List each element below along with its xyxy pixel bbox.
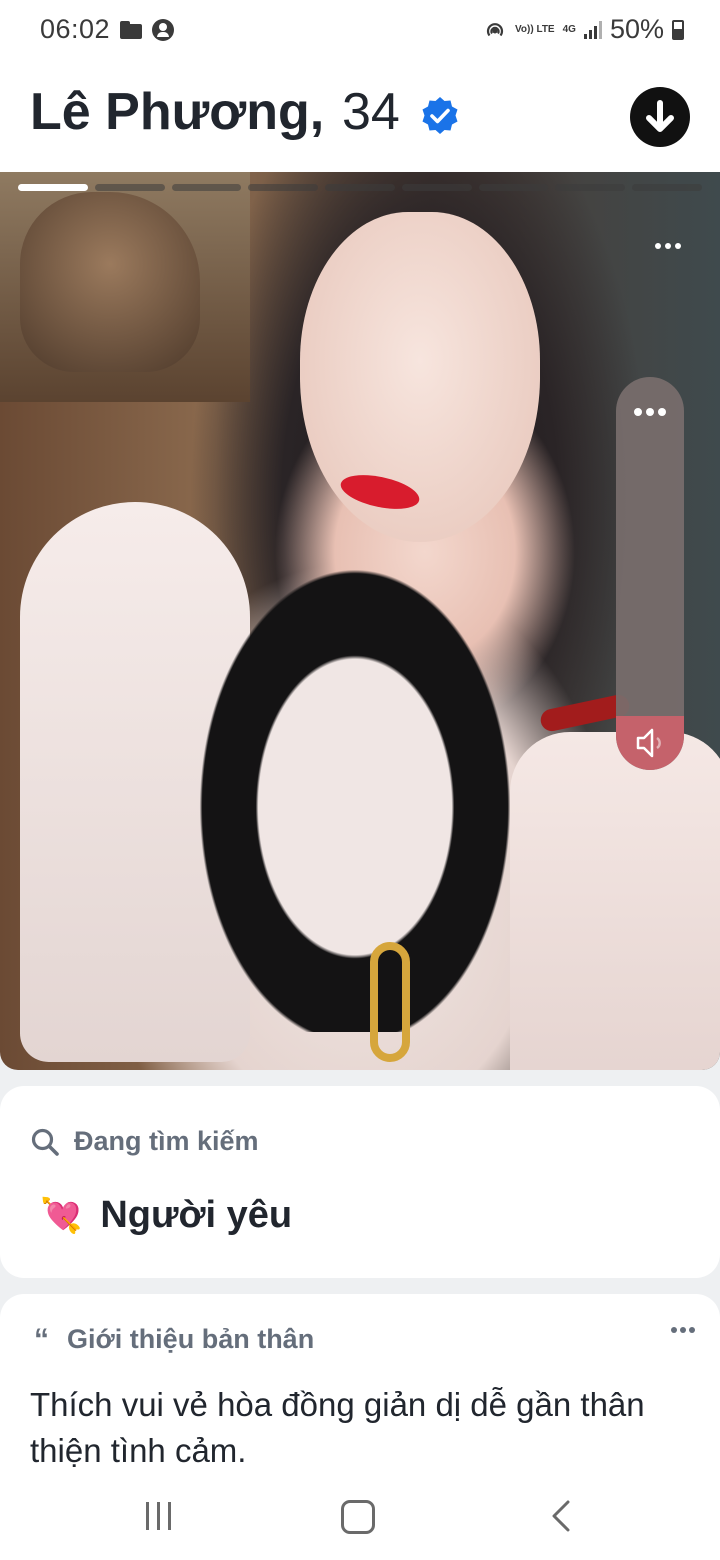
- home-button[interactable]: [341, 1500, 375, 1534]
- status-right: Vo)) LTE 4G 50%: [483, 14, 684, 45]
- speaker-muted-icon: [636, 728, 661, 758]
- profile-photo[interactable]: [0, 172, 720, 1070]
- arrow-down-icon: [646, 100, 674, 132]
- about-me-text: Thích vui vẻ hòa đồng giản dị dễ gần thâ…: [30, 1386, 645, 1469]
- looking-for-value: Người yêu: [100, 1194, 293, 1236]
- battery-icon: [672, 19, 684, 40]
- side-action-panel: [616, 377, 684, 770]
- more-dots-icon: [671, 1327, 695, 1333]
- looking-for-title: Đang tìm kiếm: [74, 1126, 259, 1156]
- account-icon: [152, 18, 175, 41]
- recent-apps-button[interactable]: [140, 1498, 176, 1534]
- about-me-title: Giới thiệu bản thân: [67, 1324, 315, 1354]
- photo-progress-segment[interactable]: [478, 184, 549, 191]
- status-bar: 06:02 Vo)) LTE 4G 50%: [0, 0, 720, 60]
- back-button[interactable]: [546, 1498, 576, 1534]
- about-more-options-button[interactable]: [668, 1320, 698, 1340]
- status-left: 06:02: [40, 14, 175, 45]
- heart-arrow-icon: 💘: [40, 1196, 83, 1235]
- photo-progress-segment[interactable]: [401, 184, 472, 191]
- photo-bangle: [370, 942, 410, 1062]
- search-icon: [31, 1128, 59, 1156]
- network-type-label: 4G: [562, 23, 576, 35]
- photo-person-face: [300, 212, 540, 542]
- profile-name: Lê Phương,: [30, 83, 325, 141]
- photo-person-top: [175, 532, 535, 1032]
- more-dots-icon: [655, 243, 681, 249]
- chevron-left-icon: [552, 1500, 570, 1532]
- folder-icon: [120, 20, 143, 39]
- more-dots-icon: [634, 408, 666, 416]
- photo-progress-segment[interactable]: [94, 184, 165, 191]
- system-nav-bar: [0, 1474, 720, 1560]
- collapse-profile-button[interactable]: [630, 87, 690, 147]
- recents-icon-bar: [167, 1502, 171, 1530]
- signal-icon: [583, 20, 602, 39]
- about-me-header: “ Giới thiệu bản thân: [34, 1324, 314, 1355]
- photo-progress-segment[interactable]: [325, 184, 395, 191]
- recents-icon-bar: [156, 1502, 160, 1530]
- quote-icon: “: [34, 1322, 49, 1356]
- status-time: 06:02: [40, 14, 111, 44]
- photo-progress-segment[interactable]: [632, 184, 703, 191]
- side-panel-more-button[interactable]: [616, 397, 684, 427]
- photo-progress-segment[interactable]: [555, 184, 626, 191]
- photo-person-arm: [510, 732, 720, 1070]
- profile-age: 34: [342, 83, 400, 141]
- looking-for-header: Đang tìm kiếm: [30, 1126, 259, 1157]
- mute-button[interactable]: [616, 716, 684, 770]
- photo-progress-segment[interactable]: [248, 184, 319, 191]
- profile-header: Lê Phương, 34: [0, 60, 720, 172]
- verified-badge-icon: [422, 97, 458, 134]
- recents-icon-bar: [145, 1502, 149, 1530]
- battery-percent: 50%: [609, 14, 664, 44]
- hotspot-icon: [486, 22, 504, 36]
- photo-progress-bar: [18, 184, 703, 191]
- photo-progress-segment[interactable]: [18, 184, 88, 191]
- looking-for-value-row: 💘 Người yêu: [40, 1194, 292, 1237]
- photo-progress-segment[interactable]: [171, 184, 242, 191]
- volte-icon: Vo)) LTE: [514, 23, 555, 35]
- looking-for-card: Đang tìm kiếm 💘 Người yêu: [0, 1086, 720, 1278]
- photo-more-options-button[interactable]: [650, 236, 686, 256]
- photo-background-statue: [20, 192, 200, 372]
